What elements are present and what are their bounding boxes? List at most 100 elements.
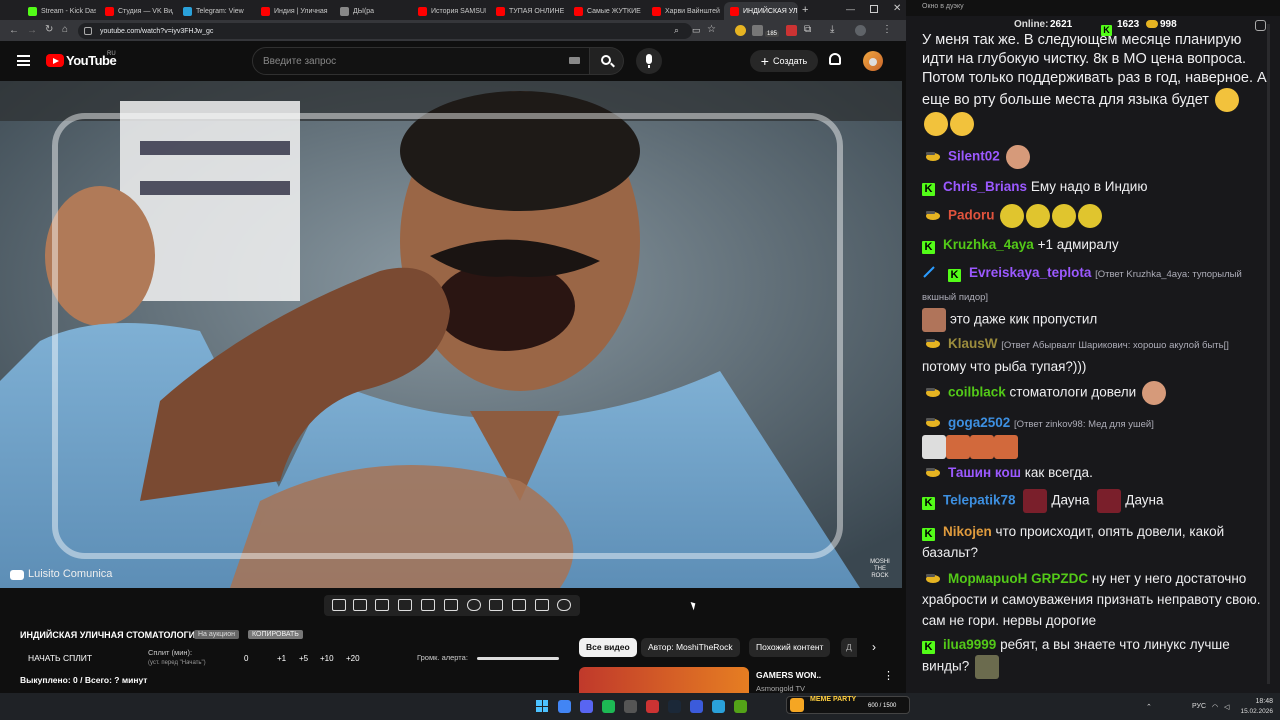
split-value[interactable]: 0 — [244, 654, 248, 663]
speed-icon[interactable] — [467, 599, 481, 611]
increment-10-button[interactable]: +10 — [320, 654, 334, 663]
reload-icon[interactable]: ↻ — [45, 24, 53, 35]
forward-icon[interactable]: → — [27, 25, 37, 36]
voice-search-button[interactable] — [636, 48, 662, 74]
chat-username[interactable]: Chris_Brians — [943, 179, 1027, 194]
rec-title[interactable]: GAMERS WON.. — [756, 670, 821, 680]
live-icon[interactable] — [353, 599, 367, 611]
wifi-icon[interactable]: ◠ — [1212, 703, 1218, 711]
cast-icon[interactable]: ▭ — [692, 25, 701, 36]
browser-tab[interactable]: Студия — VK Видео — [99, 2, 173, 20]
chevron-right-icon[interactable]: › — [872, 640, 876, 654]
lab-icon[interactable] — [535, 599, 549, 611]
extensions-puzzle-icon[interactable]: ⧉ — [804, 24, 811, 35]
create-button[interactable]: + Создать — [750, 50, 818, 72]
chat-username[interactable]: Padoru — [948, 208, 995, 223]
site-info-icon[interactable] — [84, 27, 92, 35]
app-icon[interactable] — [734, 700, 747, 713]
chip-more[interactable]: Д — [841, 638, 857, 657]
frame-add-icon[interactable] — [489, 599, 503, 611]
settings-gear-icon[interactable] — [557, 599, 571, 611]
telegram-icon[interactable] — [712, 700, 725, 713]
chat-username[interactable]: Ташин кош — [948, 465, 1021, 480]
new-tab-icon[interactable]: + — [802, 4, 808, 16]
address-bar[interactable]: youtube.com/watch?v=iyv3FHJw_gc — [78, 23, 692, 39]
browser-tab[interactable]: ТУПАЯ ОНЛИНЕ — [490, 2, 564, 20]
hamburger-menu-icon[interactable] — [17, 55, 30, 66]
back-icon[interactable]: ← — [9, 25, 19, 36]
increment-20-button[interactable]: +20 — [346, 654, 360, 663]
youtube-logo-icon[interactable] — [46, 54, 64, 67]
obs-icon[interactable] — [624, 700, 637, 713]
input-language[interactable]: РУС — [1192, 703, 1206, 710]
more-options-icon[interactable]: ⋮ — [883, 669, 894, 682]
clock-date[interactable]: 15.02.2026 — [1235, 708, 1273, 715]
browser-tab[interactable]: Telegram: View — [177, 2, 251, 20]
chat-username[interactable]: МормарuoH — [948, 571, 1027, 586]
notifications-bell-icon[interactable] — [829, 53, 841, 65]
minimize-icon[interactable]: — — [846, 4, 855, 14]
chip-similar[interactable]: Похожий контент — [749, 638, 831, 657]
browser-tab[interactable]: Индия | Уличная — [255, 2, 329, 20]
maximize-icon[interactable] — [870, 5, 878, 13]
chat-username[interactable]: GRPZDC — [1031, 571, 1088, 586]
discord-icon[interactable] — [580, 700, 593, 713]
media-player-icon[interactable] — [690, 700, 703, 713]
chat-settings-icon[interactable] — [1255, 20, 1266, 31]
browser-tab[interactable]: История SAMSUNG — [412, 2, 486, 20]
extension-icon[interactable] — [735, 25, 746, 36]
browser-tab[interactable]: Самые ЖУТКИЕ — [568, 2, 642, 20]
start-split-button[interactable]: НАЧАТЬ СПЛИТ — [28, 653, 92, 663]
home-icon[interactable]: ⌂ — [62, 24, 68, 35]
search-button[interactable] — [590, 47, 624, 75]
subtitles-icon[interactable] — [444, 599, 458, 611]
steam-icon[interactable] — [668, 700, 681, 713]
extension-icon[interactable] — [752, 25, 763, 36]
chip-all-videos[interactable]: Все видео — [579, 638, 637, 657]
auction-button[interactable]: На аукцион — [194, 630, 239, 639]
zoom-icon[interactable]: ⌕ — [674, 25, 679, 36]
profile-icon[interactable] — [855, 25, 866, 36]
chat-username[interactable]: Telepatik78 — [943, 493, 1016, 508]
volume-icon[interactable]: ◁ — [1224, 703, 1229, 711]
menu-dots-icon[interactable]: ⋮ — [882, 24, 892, 35]
windows-start-icon[interactable] — [536, 700, 548, 712]
browser-tab[interactable]: Stream - Kick Dash — [22, 2, 96, 20]
chat-username[interactable]: Evreiskaya_teplota — [969, 265, 1091, 280]
chat-username[interactable]: Kruzhka_4aya — [943, 237, 1034, 252]
extension-icon[interactable] — [786, 25, 797, 36]
screenshot-icon[interactable] — [512, 599, 526, 611]
chrome-icon[interactable] — [558, 700, 571, 713]
browser-tab[interactable]: ДЫ(ра — [334, 2, 408, 20]
chat-username[interactable]: goga2502 — [948, 415, 1010, 430]
increment-1-button[interactable]: +1 — [277, 654, 286, 663]
loop-icon[interactable] — [332, 599, 346, 611]
spotify-icon[interactable] — [602, 700, 615, 713]
pip-icon[interactable] — [421, 599, 435, 611]
alert-volume-slider[interactable] — [477, 657, 559, 660]
chat-username[interactable]: Nikojen — [943, 524, 992, 539]
chat-username[interactable]: Silent02 — [948, 149, 1000, 164]
chat-username[interactable]: KlausW — [948, 336, 998, 351]
increment-5-button[interactable]: +5 — [299, 654, 308, 663]
bookmark-star-icon[interactable]: ☆ — [707, 24, 716, 35]
playlist-icon[interactable] — [398, 599, 412, 611]
avatar[interactable] — [863, 51, 883, 71]
clock-time[interactable]: 18:48 — [1243, 698, 1273, 705]
close-window-icon[interactable]: ✕ — [893, 3, 901, 14]
browser-tab[interactable]: ИНДИЙСКАЯ УЛИЧНАЯ — [724, 2, 798, 20]
browser-icon[interactable] — [646, 700, 659, 713]
rec-channel[interactable]: Asmongold TV — [756, 684, 805, 693]
chat-scrollbar[interactable] — [1267, 24, 1270, 684]
download-icon[interactable]: ⤓ — [830, 24, 834, 35]
chat-username[interactable]: ilua9999 — [943, 637, 996, 652]
video-player[interactable]: Luisito Comunica MOSHI THE ROCK — [0, 81, 902, 588]
chat-username[interactable]: coilblack — [948, 385, 1006, 400]
search-input[interactable]: Введите запрос — [252, 47, 590, 75]
tray-chevron-icon[interactable]: ⌃ — [1146, 703, 1152, 711]
keyboard-icon[interactable] — [569, 57, 580, 64]
chip-author[interactable]: Автор: MoshiTheRock — [641, 638, 740, 657]
browser-tab[interactable]: Харви Вайнштейн — [646, 2, 720, 20]
rec-thumbnail[interactable] — [579, 667, 749, 693]
copy-button[interactable]: КОПИРОВАТЬ — [248, 630, 303, 639]
